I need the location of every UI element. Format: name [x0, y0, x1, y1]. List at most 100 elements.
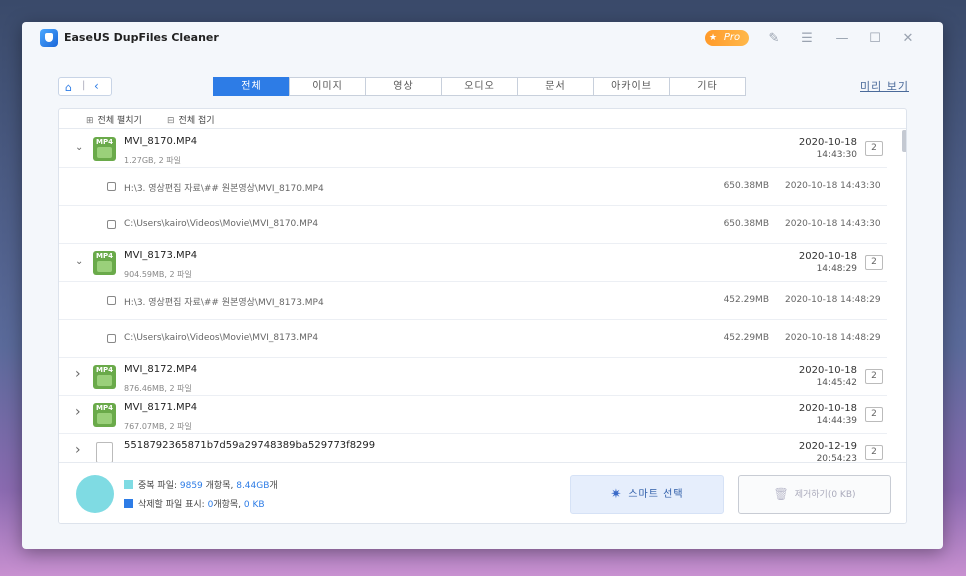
back-icon[interactable]: ‹	[94, 79, 99, 93]
delete-legend-swatch	[124, 499, 133, 508]
app-window: EaseUS DupFiles Cleaner Pro ✎ ☰ — ☐ ✕ ⌂ …	[22, 22, 943, 549]
chevron-down-icon[interactable]: ⌄	[75, 142, 83, 153]
magic-wand-icon: ✷	[610, 487, 623, 502]
tab-0[interactable]: 전체	[213, 77, 290, 96]
app-logo-icon	[40, 29, 58, 47]
group-row[interactable]: › MP4 MVI_8172.MP4 876.46MB, 2 파일 2020-10-18…	[59, 358, 887, 396]
collapse-all-button[interactable]: ⊟ 전체 접기	[167, 113, 215, 126]
group-date: 2020-10-18	[798, 137, 857, 148]
group-date: 2020-10-18	[798, 403, 857, 414]
mp4-file-icon: MP4	[93, 403, 116, 427]
file-type-label: MP4	[96, 404, 113, 412]
preview-link[interactable]: 미리 보기	[860, 78, 909, 94]
delete-size: 0 KB	[243, 500, 265, 510]
group-row[interactable]: ⌄ MP4 MVI_8173.MP4 904.59MB, 2 파일 2020-10-18…	[59, 244, 887, 282]
close-icon[interactable]: ✕	[899, 30, 917, 48]
tab-1[interactable]: 이미지	[289, 77, 366, 96]
file-thumbnail	[97, 261, 112, 272]
group-count-badge[interactable]: 2	[865, 141, 883, 156]
home-icon[interactable]: ⌂	[65, 81, 72, 94]
group-info: 904.59MB, 2 파일	[124, 270, 192, 279]
expand-icon: ⊞	[86, 116, 94, 126]
group-count-badge[interactable]: 2	[865, 369, 883, 384]
app-title: EaseUS DupFiles Cleaner	[64, 31, 219, 44]
file-checkbox[interactable]	[107, 334, 116, 343]
smart-select-button[interactable]: ✷ 스마트 선택	[570, 475, 724, 514]
group-count-badge[interactable]: 2	[865, 445, 883, 460]
group-row[interactable]: › MP4 MVI_8171.MP4 767.07MB, 2 파일 2020-10-18…	[59, 396, 887, 434]
dup-size: 8.44GB	[236, 481, 270, 491]
summary-footer: 중복 파일: 9859 개항목, 8.44GB개 삭제할 파일 표시: 0개항목…	[59, 462, 906, 523]
group-name: 5518792365871b7d59a29748389ba529773f8299	[124, 440, 376, 451]
chevron-down-icon[interactable]: ⌄	[75, 256, 83, 267]
list-toolbar: ⊞ 전체 펼치기 ⊟ 전체 접기	[59, 109, 906, 129]
file-date: 2020-10-18 14:43:30	[785, 181, 881, 191]
tab-2[interactable]: 영상	[365, 77, 442, 96]
file-date: 2020-10-18 14:43:30	[785, 219, 881, 229]
summary-pie-chart	[76, 475, 114, 513]
file-size: 452.29MB	[723, 333, 769, 343]
group-count-badge[interactable]: 2	[865, 255, 883, 270]
file-size: 650.38MB	[723, 219, 769, 229]
title-bar: EaseUS DupFiles Cleaner Pro ✎ ☰ — ☐ ✕	[22, 22, 943, 56]
category-tabs: 전체 이미지 영상 오디오 문서 아카이브 기타	[213, 77, 746, 96]
file-checkbox[interactable]	[107, 220, 116, 229]
expand-all-label: 전체 펼치기	[97, 116, 142, 126]
remove-button[interactable]: 🗑 제거하기(0 KB)	[738, 475, 891, 514]
nav-separator: |	[82, 80, 86, 91]
expand-all-button[interactable]: ⊞ 전체 펼치기	[86, 113, 142, 126]
mp4-file-icon: MP4	[93, 137, 116, 161]
scrollbar[interactable]	[902, 130, 906, 462]
feedback-icon[interactable]: ✎	[765, 30, 783, 48]
group-info: 767.07MB, 2 파일	[124, 422, 192, 431]
file-type-label: MP4	[96, 252, 113, 260]
file-row[interactable]: C:\Users\kairo\Videos\Movie\MVI_8170.MP4…	[59, 206, 887, 244]
chevron-right-icon[interactable]: ›	[75, 404, 81, 420]
group-date: 2020-10-18	[798, 251, 857, 262]
delete-unit: 개항목,	[213, 500, 244, 510]
tab-3[interactable]: 오디오	[441, 77, 518, 96]
group-name: MVI_8173.MP4	[124, 250, 198, 261]
file-path: C:\Users\kairo\Videos\Movie\MVI_8173.MP4	[124, 333, 319, 343]
file-checkbox[interactable]	[107, 182, 116, 191]
file-checkbox[interactable]	[107, 296, 116, 305]
scrollbar-thumb[interactable]	[902, 130, 906, 152]
dup-summary: 중복 파일: 9859 개항목, 8.44GB개	[124, 478, 278, 491]
file-date: 2020-10-18 14:48:29	[785, 333, 881, 343]
file-size: 452.29MB	[723, 295, 769, 305]
chevron-right-icon[interactable]: ›	[75, 366, 81, 382]
group-count-badge[interactable]: 2	[865, 407, 883, 422]
delete-summary: 삭제할 파일 표시: 0개항목, 0 KB	[124, 497, 265, 510]
dup-legend-swatch	[124, 480, 133, 489]
group-date: 2020-12-19	[798, 441, 857, 452]
group-time: 14:43:30	[816, 150, 857, 160]
document-icon	[96, 442, 113, 462]
group-info: 876.46MB, 2 파일	[124, 384, 192, 393]
remove-label: 제거하기(0 KB)	[794, 490, 856, 500]
group-date: 2020-10-18	[798, 365, 857, 376]
tab-6[interactable]: 기타	[669, 77, 746, 96]
tab-5[interactable]: 아카이브	[593, 77, 670, 96]
file-type-label: MP4	[96, 366, 113, 374]
trash-icon: 🗑	[773, 487, 789, 501]
file-type-label: MP4	[96, 138, 113, 146]
file-row[interactable]: H:\3. 영상편집 자료\## 원본영상\MVI_8170.MP4 650.38…	[59, 168, 887, 206]
group-row[interactable]: ⌄ MP4 MVI_8170.MP4 1.27GB, 2 파일 2020-10-18 14…	[59, 130, 887, 168]
maximize-icon[interactable]: ☐	[866, 30, 884, 48]
file-row[interactable]: C:\Users\kairo\Videos\Movie\MVI_8173.MP4…	[59, 320, 887, 358]
menu-icon[interactable]: ☰	[798, 30, 816, 48]
tab-4[interactable]: 문서	[517, 77, 594, 96]
group-info: 1.27GB, 2 파일	[124, 156, 181, 165]
group-name: MVI_8170.MP4	[124, 136, 198, 147]
file-row[interactable]: H:\3. 영상편집 자료\## 원본영상\MVI_8173.MP4 452.29…	[59, 282, 887, 320]
pro-badge[interactable]: Pro	[705, 30, 749, 46]
file-thumbnail	[97, 413, 112, 424]
group-time: 20:54:23	[816, 454, 857, 462]
file-path: C:\Users\kairo\Videos\Movie\MVI_8170.MP4	[124, 219, 319, 229]
dup-suffix: 개	[269, 481, 278, 491]
file-date: 2020-10-18 14:48:29	[785, 295, 881, 305]
file-thumbnail	[97, 147, 112, 158]
minimize-icon[interactable]: —	[833, 30, 851, 48]
chevron-right-icon[interactable]: ›	[75, 442, 81, 458]
group-row[interactable]: › 5518792365871b7d59a29748389ba529773f829…	[59, 434, 887, 462]
